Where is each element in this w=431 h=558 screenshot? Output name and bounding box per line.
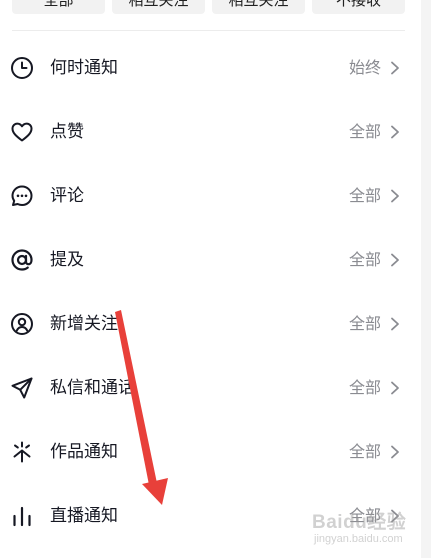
chevron-right-icon [391,445,399,459]
setting-label: 私信和通话 [50,378,135,398]
top-button-row: 全部 相互关注 相互关注 不接收 [0,0,431,16]
send-icon [11,377,33,399]
setting-row-mentions[interactable]: 提及 全部 [0,228,405,292]
setting-row-likes[interactable]: 点赞 全部 [0,100,405,164]
chevron-right-icon [391,509,399,523]
setting-row-messages-calls[interactable]: 私信和通话 全部 [0,356,405,420]
chevron-right-icon [391,253,399,267]
setting-label: 直播通知 [50,506,118,526]
chevron-right-icon [391,317,399,331]
bar-chart-icon [13,506,31,527]
chevron-right-icon [391,61,399,75]
setting-label: 何时通知 [50,58,118,78]
option-button-all[interactable]: 全部 [12,0,105,14]
setting-row-live[interactable]: 直播通知 全部 [0,484,405,548]
setting-row-comments[interactable]: 评论 全部 [0,164,405,228]
heart-icon [11,122,33,142]
setting-value: 全部 [348,186,381,205]
setting-value: 全部 [348,378,381,397]
setting-value: 全部 [348,442,381,461]
user-circle-icon [11,313,33,335]
setting-value: 始终 [348,58,381,77]
chevron-right-icon [391,189,399,203]
setting-label: 作品通知 [50,442,118,462]
chevron-right-icon [391,381,399,395]
at-icon [11,249,33,271]
option-button-mutual[interactable]: 相互关注 [112,0,205,14]
setting-value: 全部 [348,314,381,333]
divider [12,30,405,31]
option-button-mutual-2[interactable]: 相互关注 [212,0,305,14]
option-button-none[interactable]: 不接收 [312,0,405,14]
setting-row-new-followers[interactable]: 新增关注 全部 [0,292,405,356]
clock-icon [11,57,33,79]
comment-icon [11,185,33,206]
setting-label: 新增关注 [50,314,118,334]
setting-value: 全部 [348,506,381,525]
setting-row-works[interactable]: 作品通知 全部 [0,420,405,484]
sparkle-icon [13,441,31,463]
setting-row-when-notify[interactable]: 何时通知 始终 [0,36,405,100]
chevron-right-icon [391,125,399,139]
scrollbar[interactable] [421,0,431,558]
setting-label: 评论 [50,186,84,206]
setting-value: 全部 [348,122,381,141]
setting-label: 提及 [50,250,84,270]
setting-label: 点赞 [50,122,84,142]
setting-value: 全部 [348,250,381,269]
